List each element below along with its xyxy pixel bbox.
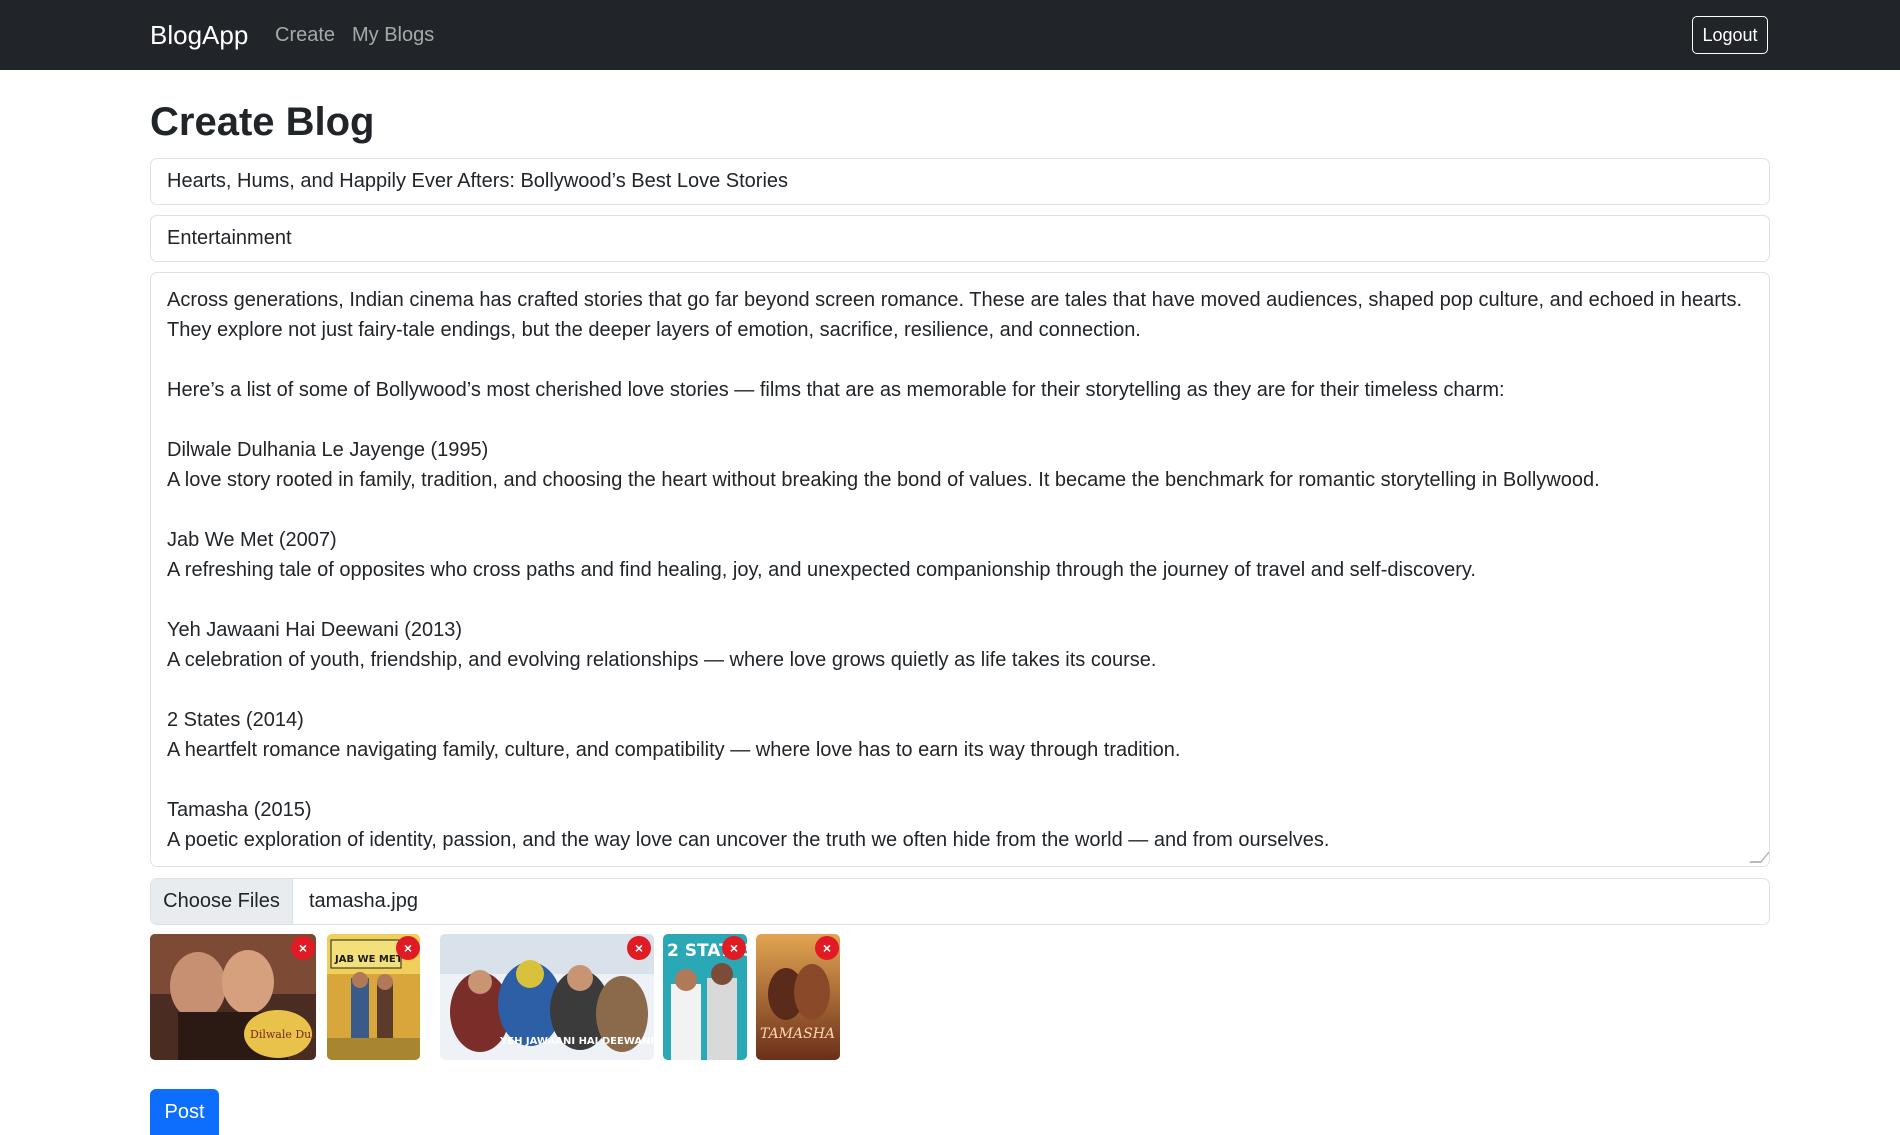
ddlj-poster-caption: Dilwale Dulhania Le Jayenge — [250, 1028, 316, 1041]
jab-we-met-caption: JAB WE MET — [334, 954, 403, 965]
tamasha-caption: TAMASHA — [760, 1026, 835, 1042]
content-line: Tamasha (2015) — [167, 799, 312, 821]
content-line: A celebration of youth, friendship, and … — [167, 649, 1157, 671]
content-line: Dilwale Dulhania Le Jayenge (1995) — [167, 439, 489, 461]
content-line: A love story rooted in family, tradition… — [167, 469, 1600, 491]
selected-file-name: tamasha.jpg — [309, 890, 418, 912]
content-line: Here’s a list of some of Bollywood’s mos… — [167, 379, 1505, 401]
content-line: A heartfelt romance navigating family, c… — [167, 739, 1181, 761]
content-line: Yeh Jawaani Hai Deewani (2013) — [167, 619, 462, 641]
content-line-empty — [167, 765, 1753, 795]
page-title: Create Blog — [150, 100, 375, 144]
navbar: BlogApp Create My Blogs Logout — [0, 0, 1900, 70]
content-line: 2 States (2014) — [167, 709, 304, 731]
content-line: They explore not just fairy-tale endings… — [167, 319, 1141, 341]
content-line-empty — [167, 495, 1753, 525]
content-line-empty — [167, 345, 1753, 375]
nav-my-blogs[interactable]: My Blogs — [352, 24, 434, 47]
remove-image-button[interactable]: × — [722, 936, 746, 960]
category-input[interactable]: Entertainment — [150, 215, 1770, 262]
content-line-empty — [167, 675, 1753, 705]
post-button[interactable]: Post — [150, 1089, 219, 1135]
content-line-empty — [167, 405, 1753, 435]
logout-button[interactable]: Logout — [1692, 16, 1768, 54]
file-input[interactable]: Choose Files tamasha.jpg — [150, 878, 1770, 925]
choose-files-button[interactable]: Choose Files — [151, 879, 293, 924]
title-input[interactable]: Hearts, Hums, and Happily Ever Afters: B… — [150, 158, 1770, 205]
yjhd-caption: YEH JAWAANI HAI DEEWANI — [499, 1036, 654, 1047]
content-line: Across generations, Indian cinema has cr… — [167, 289, 1743, 311]
remove-image-button[interactable]: × — [627, 936, 651, 960]
content-line: A poetic exploration of identity, passio… — [167, 829, 1330, 851]
remove-image-button[interactable]: × — [291, 936, 315, 960]
content-text: Across generations, Indian cinema has cr… — [167, 285, 1753, 855]
content-textarea[interactable]: Across generations, Indian cinema has cr… — [150, 272, 1770, 867]
remove-image-button[interactable]: × — [396, 936, 420, 960]
nav-create[interactable]: Create — [275, 24, 335, 47]
content-line-empty — [167, 585, 1753, 615]
content-line: A refreshing tale of opposites who cross… — [167, 559, 1476, 581]
remove-image-button[interactable]: × — [815, 936, 839, 960]
yjhd-poster: YEH JAWAANI HAI DEEWANI — [440, 934, 654, 1060]
content-line: Jab We Met (2007) — [167, 529, 337, 551]
brand-link[interactable]: BlogApp — [150, 20, 248, 51]
